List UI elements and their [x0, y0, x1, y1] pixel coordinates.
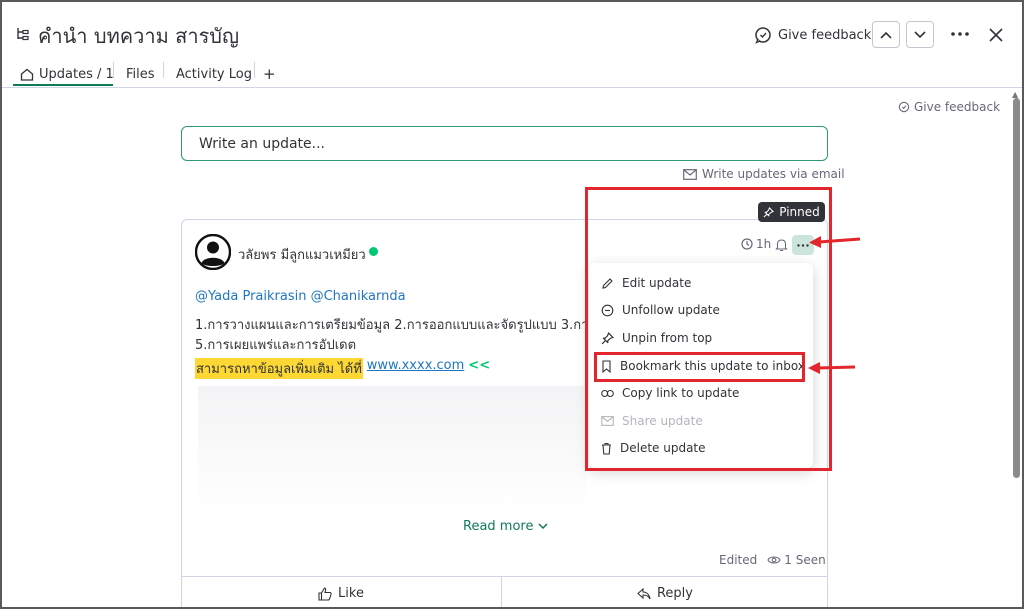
like-label: Like [338, 586, 364, 601]
write-update-input[interactable]: Write an update... [181, 126, 828, 161]
read-more-button[interactable]: Read more [463, 519, 549, 534]
seen-count[interactable]: 1 Seen [767, 553, 826, 567]
post-actions: Like Reply [181, 576, 828, 609]
reply-icon [637, 587, 651, 599]
post-meta: Edited 1 Seen [719, 553, 826, 567]
home-icon [20, 68, 34, 81]
eye-icon [767, 556, 781, 564]
avatar[interactable] [195, 234, 231, 270]
author-name[interactable]: วลัยพร มีลูกแมวเหมียว [238, 244, 366, 265]
chevron-down-icon [914, 30, 926, 38]
mail-icon [683, 168, 697, 180]
next-item-button[interactable] [906, 21, 934, 48]
tab-divider [163, 62, 164, 78]
chevron-down-icon [538, 523, 549, 530]
active-tab-indicator [13, 84, 113, 86]
attached-image[interactable] [198, 386, 587, 516]
edited-label: Edited [719, 553, 758, 567]
add-tab-button[interactable]: + [263, 62, 276, 86]
read-more-label: Read more [463, 519, 534, 534]
mentions[interactable]: @Yada Praikrasin @Chanikarnda [195, 289, 406, 304]
reply-button[interactable]: Reply [502, 577, 828, 609]
tab-updates[interactable]: Updates / 1 [20, 62, 114, 86]
like-button[interactable]: Like [181, 577, 501, 609]
more-options-button[interactable] [948, 24, 972, 44]
give-feedback-label: Give feedback [778, 27, 872, 43]
external-link[interactable]: www.xxxx.com [367, 358, 465, 379]
tab-activity-log[interactable]: Activity Log [176, 62, 252, 86]
chevron-up-icon [880, 31, 892, 39]
tab-files[interactable]: Files [126, 62, 155, 86]
feedback-icon [898, 101, 910, 113]
write-via-email-label: Write updates via email [702, 167, 845, 181]
scrollbar-thumb[interactable] [1013, 98, 1020, 478]
update-body-line: 5.การเผยแพร่และการอัปเดต [195, 338, 357, 353]
more-horizontal-icon [951, 32, 969, 36]
feedback-icon [755, 27, 771, 44]
update-body-line: 1.การวางแผนและการเตรียมข้อมูล 2.การออกแบ… [195, 318, 590, 333]
item-title[interactable]: คำนำ บทความ สารบัญ [38, 20, 239, 52]
annotation-arrow [809, 236, 861, 248]
give-feedback-link[interactable]: Give feedback [898, 100, 1000, 114]
annotation-box-bookmark [594, 352, 805, 382]
previous-item-button[interactable] [872, 21, 900, 48]
header: คำนำ บทความ สารบัญ Give feedback [0, 0, 1024, 58]
close-icon [989, 28, 1003, 42]
give-feedback-button[interactable]: Give feedback [754, 23, 871, 47]
item-hierarchy-icon [17, 28, 29, 41]
tab-files-label: Files [126, 66, 155, 82]
write-update-placeholder: Write an update... [199, 135, 325, 152]
close-button[interactable] [985, 24, 1007, 46]
thumbs-up-icon [318, 586, 332, 601]
tab-divider [254, 62, 255, 78]
online-status-dot [369, 247, 378, 256]
annotation-arrow [808, 362, 856, 374]
tab-updates-label: Updates / 1 [39, 66, 114, 82]
give-feedback-link-label: Give feedback [914, 100, 1001, 114]
write-via-email-link[interactable]: Write updates via email [683, 167, 845, 181]
tab-bar: Updates / 1 Files Activity Log + [0, 58, 1024, 88]
tab-activity-log-label: Activity Log [176, 66, 252, 82]
highlighted-line: สามารถหาข้อมูลเพิ่มเติม ได้ที่ www.xxxx.… [195, 358, 490, 379]
reply-label: Reply [656, 586, 693, 601]
tab-divider [113, 62, 114, 78]
arrow-marker: << [468, 358, 491, 373]
add-tab-label: + [263, 65, 276, 83]
highlighted-text: สามารถหาข้อมูลเพิ่มเติม ได้ที่ [195, 358, 363, 379]
annotation-box [585, 187, 832, 471]
seen-label: 1 Seen [784, 553, 826, 567]
